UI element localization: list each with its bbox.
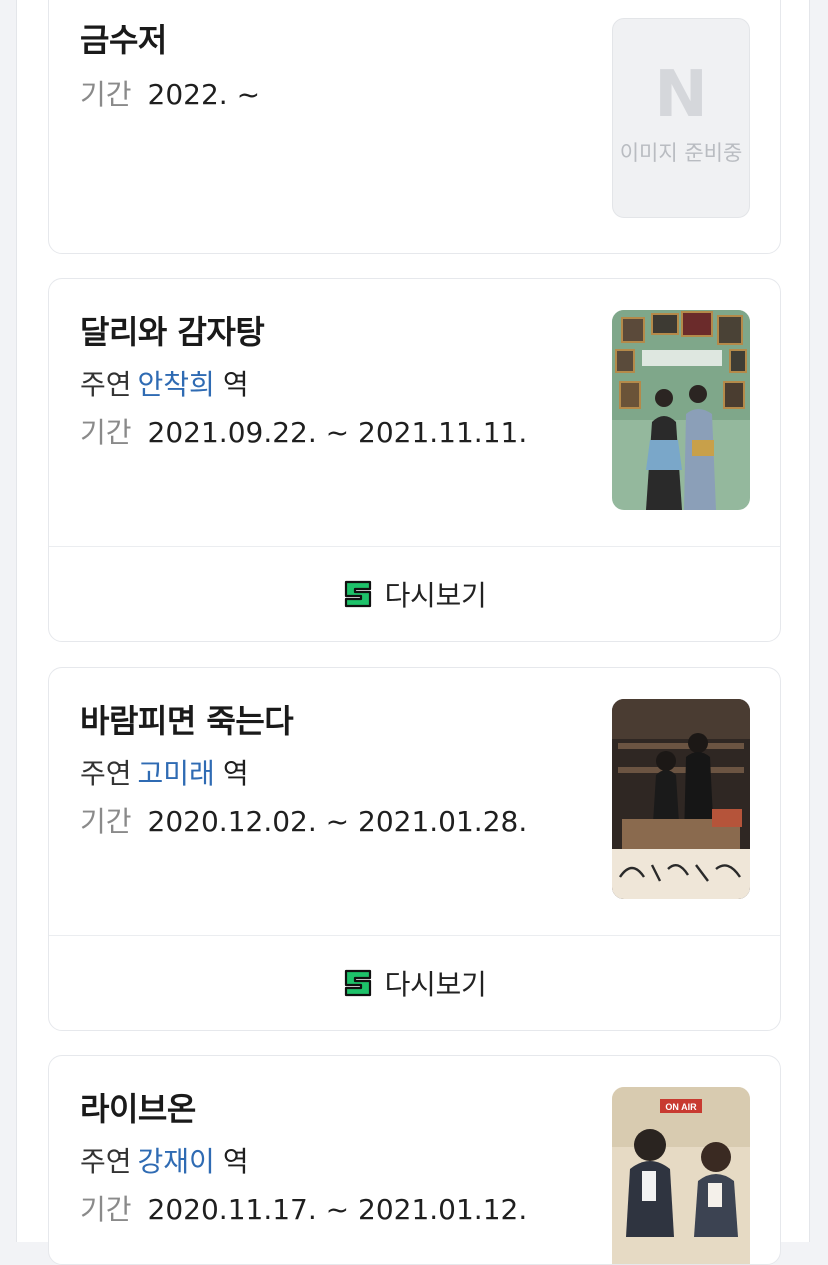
drama-card-2[interactable]: 달리와 감자탕 주연 안착희 역 기간 2021.09.22. ~ 2021.11.1…	[48, 278, 781, 642]
serieson-s-icon	[344, 580, 371, 608]
poster-image	[612, 310, 750, 510]
naver-n-logo-icon: N	[654, 58, 708, 132]
period-value: 2020.12.02. ~ 2021.01.28.	[147, 805, 528, 838]
replay-footer: 다시보기	[49, 546, 780, 641]
period-value: 2022. ~	[147, 78, 261, 111]
role-suffix: 역	[222, 368, 249, 401]
drama-card-1[interactable]: 금수저 기간 2022. ~ N 이미지 준비중	[48, 0, 781, 254]
drama-card-3[interactable]: 바람피면 죽는다 주연 고미래 역 기간 2020.12.02. ~ 2021.01.…	[48, 667, 781, 1031]
role-name-link[interactable]: 강재이	[138, 1145, 215, 1178]
drama-poster[interactable]	[612, 310, 750, 510]
drama-title[interactable]: 라이브온	[80, 1084, 196, 1130]
period-row: 기간 2022. ~	[80, 73, 260, 113]
period-label: 기간	[80, 78, 132, 111]
drama-title[interactable]: 바람피면 죽는다	[80, 696, 294, 742]
drama-title[interactable]: 달리와 감자탕	[80, 307, 265, 353]
poster-image	[612, 699, 750, 899]
period-value: 2020.11.17. ~ 2021.01.12.	[147, 1193, 528, 1226]
period-label: 기간	[80, 416, 132, 449]
poster-badge: ON AIR	[665, 1102, 697, 1112]
replay-button[interactable]: 다시보기	[343, 574, 487, 614]
drama-poster[interactable]	[612, 699, 750, 899]
poster-image: ON AIR	[612, 1087, 750, 1264]
replay-label: 다시보기	[384, 579, 487, 612]
period-label: 기간	[80, 1193, 132, 1226]
period-row: 기간 2020.11.17. ~ 2021.01.12.	[80, 1188, 527, 1228]
role-name-link[interactable]: 고미래	[138, 757, 215, 790]
replay-label: 다시보기	[384, 968, 487, 1001]
role-row: 주연 안착희 역	[80, 363, 249, 403]
role-prefix: 주연	[80, 757, 132, 790]
role-suffix: 역	[222, 1145, 249, 1178]
role-prefix: 주연	[80, 368, 132, 401]
page-container: 금수저 기간 2022. ~ N 이미지 준비중 달리와 감자탕 주연 안착희 역 기…	[16, 0, 810, 1265]
placeholder-text: 이미지 준비중	[619, 141, 743, 165]
role-row: 주연 고미래 역	[80, 752, 249, 792]
period-label: 기간	[80, 805, 132, 838]
period-row: 기간 2021.09.22. ~ 2021.11.11.	[80, 411, 527, 451]
drama-poster[interactable]: ON AIR	[612, 1087, 750, 1264]
drama-card-4[interactable]: 라이브온 주연 강재이 역 기간 2020.11.17. ~ 2021.01.12. …	[48, 1055, 781, 1265]
drama-thumbnail-placeholder[interactable]: N 이미지 준비중	[612, 18, 750, 218]
period-row: 기간 2020.12.02. ~ 2021.01.28.	[80, 800, 527, 840]
replay-footer: 다시보기	[49, 935, 780, 1030]
replay-button[interactable]: 다시보기	[343, 963, 487, 1003]
drama-title[interactable]: 금수저	[80, 15, 167, 61]
role-name-link[interactable]: 안착희	[138, 368, 215, 401]
role-prefix: 주연	[80, 1145, 132, 1178]
period-value: 2021.09.22. ~ 2021.11.11.	[147, 416, 528, 449]
serieson-s-icon	[344, 969, 371, 997]
role-suffix: 역	[222, 757, 249, 790]
role-row: 주연 강재이 역	[80, 1140, 249, 1180]
